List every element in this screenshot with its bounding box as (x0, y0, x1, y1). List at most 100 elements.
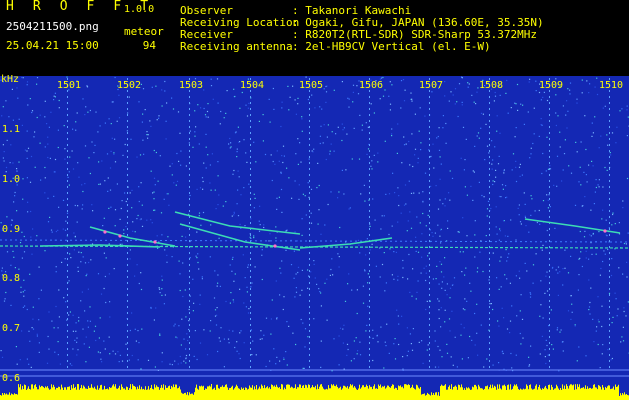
noise-dot (353, 358, 355, 360)
grid-dot (609, 240, 610, 242)
noise-dot (16, 87, 18, 89)
noise-dot (591, 160, 593, 162)
noise-dot (568, 165, 570, 167)
noise-dot (497, 163, 500, 165)
noise-dot (201, 278, 203, 280)
noise-dot (554, 227, 556, 229)
noise-dot (214, 315, 217, 317)
grid-dot (429, 240, 430, 242)
noise-dot (1, 270, 3, 272)
noise-dot (48, 126, 50, 128)
level-bar (372, 389, 373, 400)
level-bar (75, 386, 76, 400)
level-bar (555, 388, 556, 400)
noise-dot (317, 223, 319, 225)
grid-dot (309, 204, 310, 206)
noise-dot (367, 126, 369, 128)
grid-dot (609, 360, 610, 362)
noise-dot (209, 182, 211, 184)
noise-dot (89, 109, 91, 112)
noise-dot (536, 221, 538, 224)
noise-dot (13, 201, 15, 203)
noise-dot (188, 308, 190, 311)
noise-dot (194, 330, 196, 332)
noise-dot (307, 287, 309, 289)
noise-dot (518, 166, 521, 168)
noise-dot (121, 200, 123, 202)
noise-dot (104, 275, 106, 278)
level-bar (154, 384, 155, 400)
grid-dot (127, 198, 128, 200)
noise-dot (567, 110, 569, 112)
noise-dot (325, 85, 327, 88)
level-bar (344, 385, 345, 400)
noise-dot (295, 287, 297, 289)
level-bar (435, 392, 436, 400)
noise-dot (243, 139, 245, 141)
level-bar (129, 388, 130, 400)
noise-dot (610, 154, 612, 156)
grid-dot (429, 312, 430, 314)
level-bar (497, 384, 498, 400)
noise-dot (440, 242, 442, 244)
noise-dot (81, 291, 83, 293)
noise-dot (434, 330, 436, 332)
grid-dot (429, 276, 430, 278)
noise-dot (209, 164, 211, 166)
grid-dot (67, 138, 68, 140)
level-bar (349, 386, 350, 400)
grid-dot (250, 168, 251, 170)
noise-dot (183, 360, 185, 362)
noise-dot (279, 294, 281, 296)
level-bar (553, 389, 554, 400)
noise-dot (439, 261, 441, 263)
noise-dot (330, 268, 332, 271)
noise-dot (449, 199, 451, 201)
noise-dot (594, 116, 596, 118)
grid-dot (127, 288, 128, 290)
level-bar (125, 389, 126, 400)
noise-dot (108, 243, 110, 245)
noise-dot (238, 353, 240, 355)
grid-dot (250, 330, 251, 332)
noise-dot (451, 177, 454, 179)
level-bar (515, 385, 516, 400)
level-bar (417, 385, 418, 400)
level-bar (600, 386, 601, 400)
noise-dot (524, 216, 527, 218)
level-bar (414, 388, 415, 400)
noise-dot (515, 127, 517, 129)
grid-dot (609, 366, 610, 368)
noise-dot (595, 253, 597, 255)
level-bar (259, 386, 260, 400)
grid-dot (67, 222, 68, 224)
noise-dot (286, 167, 288, 169)
noise-dot (625, 243, 627, 245)
noise-dot (476, 91, 478, 93)
level-bar (498, 388, 499, 400)
noise-dot (555, 94, 557, 96)
level-bar (252, 385, 253, 400)
noise-dot (58, 316, 60, 318)
noise-dot (333, 150, 335, 152)
noise-dot (285, 249, 287, 251)
noise-dot (420, 149, 422, 151)
grid-dot (250, 156, 251, 158)
noise-dot (313, 260, 315, 262)
noise-dot (253, 141, 255, 143)
noise-dot (488, 279, 490, 281)
noise-dot (181, 235, 183, 237)
noise-dot (80, 300, 82, 302)
noise-dot (310, 222, 313, 224)
noise-dot (560, 329, 562, 331)
level-bar (615, 384, 616, 400)
noise-dot (308, 196, 310, 198)
noise-dot (604, 253, 606, 255)
noise-dot (551, 344, 553, 346)
noise-dot (200, 224, 202, 226)
noise-dot (594, 86, 596, 88)
noise-dot (72, 128, 74, 130)
level-bar (348, 388, 349, 400)
level-bar (44, 388, 45, 400)
noise-dot (519, 221, 522, 223)
